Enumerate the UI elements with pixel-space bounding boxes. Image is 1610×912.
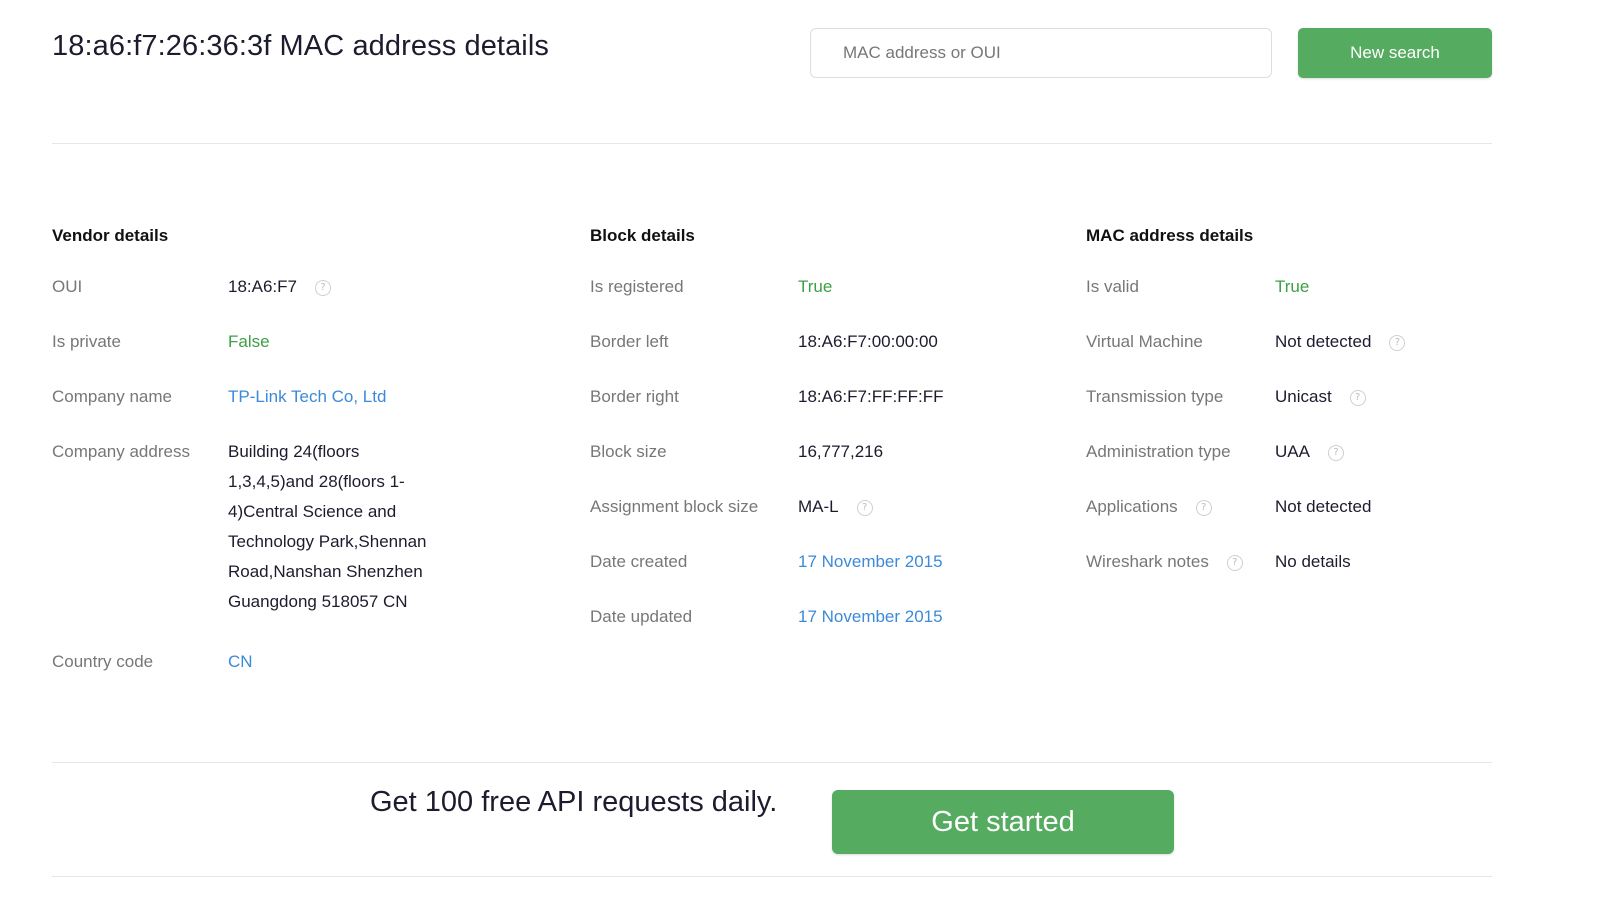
- vendor-details-heading: Vendor details: [52, 226, 169, 245]
- date-updated-label: Date updated: [590, 607, 693, 626]
- country-code-link[interactable]: CN: [228, 647, 253, 677]
- divider: [52, 876, 1492, 877]
- assignment-block-size-value: MA-L: [798, 497, 839, 516]
- help-icon[interactable]: ?: [856, 499, 873, 516]
- block-details-heading: Block details: [590, 226, 695, 245]
- assignment-block-size-label: Assignment block size: [590, 497, 759, 516]
- block-size-value: 16,777,216: [798, 442, 884, 461]
- applications-label: Applications: [1086, 497, 1178, 516]
- get-started-button[interactable]: Get started: [832, 790, 1174, 854]
- wireshark-notes-value: No details: [1275, 552, 1351, 571]
- is-registered-value: True: [798, 277, 833, 296]
- search-input[interactable]: [810, 28, 1272, 78]
- new-search-button[interactable]: New search: [1298, 28, 1492, 78]
- divider: [52, 762, 1492, 763]
- block-details-section: Block details Is registered True Border …: [590, 224, 1050, 626]
- company-address-label: Company address: [52, 442, 190, 461]
- vendor-details-section: Vendor details OUI 18:A6:F7? Is private …: [52, 224, 552, 671]
- company-address-value: Building 24(floors 1,3,4,5)and 28(floors…: [228, 442, 427, 611]
- divider: [52, 143, 1492, 144]
- tx-value-wrap: Unicast?: [1275, 382, 1366, 412]
- wireshark-label-wrap: Wireshark notes?: [1086, 547, 1243, 577]
- vm-value-wrap: Not detected?: [1275, 327, 1406, 357]
- block-size-label: Block size: [590, 442, 667, 461]
- assignment-value-wrap: MA-L?: [798, 492, 873, 522]
- help-icon[interactable]: ?: [1195, 499, 1212, 516]
- is-valid-label: Is valid: [1086, 277, 1139, 296]
- mac-details-heading: MAC address details: [1086, 226, 1254, 245]
- border-right-value: 18:A6:F7:FF:FF:FF: [798, 387, 944, 406]
- date-created-label: Date created: [590, 552, 688, 571]
- company-name-label: Company name: [52, 387, 173, 406]
- administration-type-value: UAA: [1275, 442, 1310, 461]
- help-icon[interactable]: ?: [315, 279, 331, 296]
- oui-label: OUI: [52, 277, 83, 296]
- applications-value: Not detected: [1275, 497, 1372, 516]
- oui-value: 18:A6:F7: [228, 277, 297, 296]
- country-code-label: Country code: [52, 652, 154, 671]
- company-name-link[interactable]: TP-Link Tech Co, Ltd: [228, 382, 386, 412]
- applications-label-wrap: Applications?: [1086, 492, 1212, 522]
- page-title: 18:a6:f7:26:36:3f MAC address details: [52, 30, 549, 62]
- help-icon[interactable]: ?: [1349, 389, 1366, 406]
- help-icon[interactable]: ?: [1389, 334, 1406, 351]
- is-valid-value: True: [1275, 277, 1310, 296]
- virtual-machine-label: Virtual Machine: [1086, 332, 1203, 351]
- cta-text: Get 100 free API requests daily.: [370, 786, 778, 818]
- administration-type-label: Administration type: [1086, 442, 1231, 461]
- date-updated-link[interactable]: 17 November 2015: [798, 602, 943, 632]
- is-registered-label: Is registered: [590, 277, 684, 296]
- help-icon[interactable]: ?: [1226, 554, 1243, 571]
- border-left-value: 18:A6:F7:00:00:00: [798, 332, 938, 351]
- border-right-label: Border right: [590, 387, 679, 406]
- is-private-value: False: [228, 332, 270, 351]
- mac-details-section: MAC address details Is valid True Virtua…: [1086, 224, 1526, 571]
- transmission-type-value: Unicast: [1275, 387, 1332, 406]
- transmission-type-label: Transmission type: [1086, 387, 1224, 406]
- virtual-machine-value: Not detected: [1275, 332, 1372, 351]
- border-left-label: Border left: [590, 332, 669, 351]
- admin-value-wrap: UAA?: [1275, 437, 1344, 467]
- help-icon[interactable]: ?: [1327, 444, 1344, 461]
- wireshark-notes-label: Wireshark notes: [1086, 552, 1209, 571]
- is-private-label: Is private: [52, 332, 121, 351]
- date-created-link[interactable]: 17 November 2015: [798, 547, 943, 577]
- oui-value-wrap: 18:A6:F7?: [228, 272, 331, 302]
